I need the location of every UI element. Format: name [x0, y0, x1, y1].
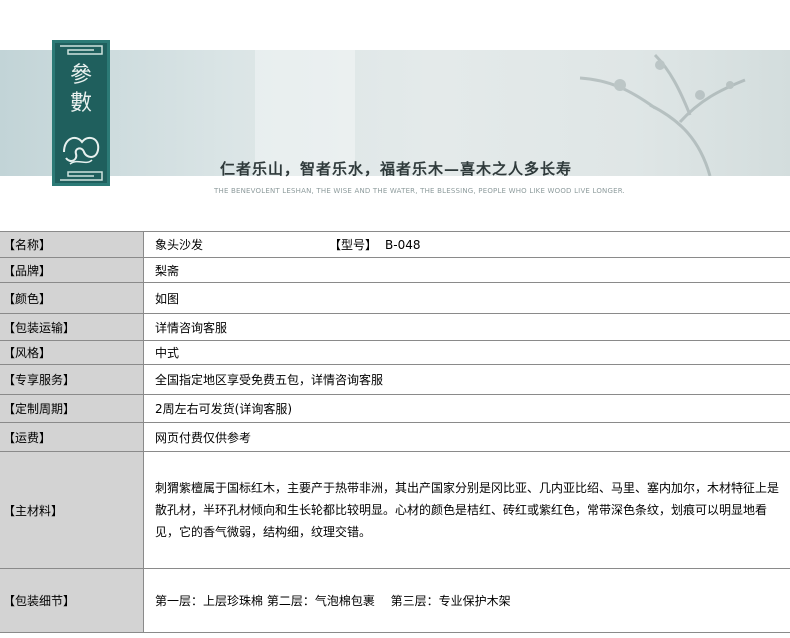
slogan-text: 仁者乐山，智者乐水，福者乐木—喜木之人多长寿: [220, 160, 573, 178]
table-row: 【主材料】 刺猬紫檀属于国标红木，主要产于热带非洲，其出产国家分别是冈比亚、几内…: [0, 451, 790, 569]
model-value: B-048: [385, 238, 421, 252]
material-description: 刺猬紫檀属于国标红木，主要产于热带非洲，其出产国家分别是冈比亚、几内亚比绍、马里…: [143, 451, 790, 569]
slogan-english-text: THE BENEVOLENT LESHAN, THE WISE AND THE …: [214, 187, 625, 195]
tree-branch-decoration: [579, 53, 746, 176]
row-label: 【专享服务】: [0, 364, 144, 395]
table-row: 【包装细节】 第一层：上层珍珠棉 第二层：气泡棉包裹 第三层：专业保护木架: [0, 568, 790, 633]
table-row: 【专享服务】 全国指定地区享受免费五包，详情咨询客服: [0, 364, 790, 395]
packing-description: 第一层：上层珍珠棉 第二层：气泡棉包裹 第三层：专业保护木架: [143, 568, 790, 633]
row-value: 2周左右可发货(详询客服): [143, 394, 790, 423]
header-banner: 仁者乐山，智者乐水，福者乐木—喜木之人多长寿 THE BENEVOLENT LE…: [0, 50, 790, 195]
table-row: 【运费】 网页付费仅供参考: [0, 422, 790, 452]
table-row: 【名称】 象头沙发 【型号】 B-048: [0, 231, 790, 258]
row-label: 【风格】: [0, 340, 144, 365]
row-label: 【运费】: [0, 422, 144, 452]
table-row: 【包装运输】 详情咨询客服: [0, 313, 790, 341]
row-label: 【颜色】: [0, 282, 144, 314]
row-label: 【定制周期】: [0, 394, 144, 423]
row-value: 详情咨询客服: [143, 313, 790, 341]
row-value: 网页付费仅供参考: [143, 422, 790, 452]
table-row: 【颜色】 如图: [0, 282, 790, 314]
row-label: 【包装运输】: [0, 313, 144, 341]
row-label: 【品牌】: [0, 257, 144, 283]
params-seal-logo: 參 數: [52, 40, 110, 186]
row-value: 中式: [143, 340, 790, 365]
product-params-table: 【名称】 象头沙发 【型号】 B-048 【品牌】 梨斋 【颜色】 如图 【包装运输…: [0, 231, 790, 633]
product-name: 象头沙发: [155, 238, 204, 252]
row-value: 梨斋: [143, 257, 790, 283]
model-label: 【型号】: [329, 238, 378, 252]
table-row: 【定制周期】 2周左右可发货(详询客服): [0, 394, 790, 423]
row-value: 全国指定地区享受免费五包，详情咨询客服: [143, 364, 790, 395]
row-label: 【包装细节】: [0, 568, 144, 633]
row-label: 【名称】: [0, 231, 144, 258]
seal-char-2: 數: [69, 91, 92, 116]
table-row: 【风格】 中式: [0, 340, 790, 365]
row-label: 【主材料】: [0, 451, 144, 569]
seal-char-1: 參: [69, 63, 92, 88]
row-value: 如图: [143, 282, 790, 314]
table-row: 【品牌】 梨斋: [0, 257, 790, 283]
